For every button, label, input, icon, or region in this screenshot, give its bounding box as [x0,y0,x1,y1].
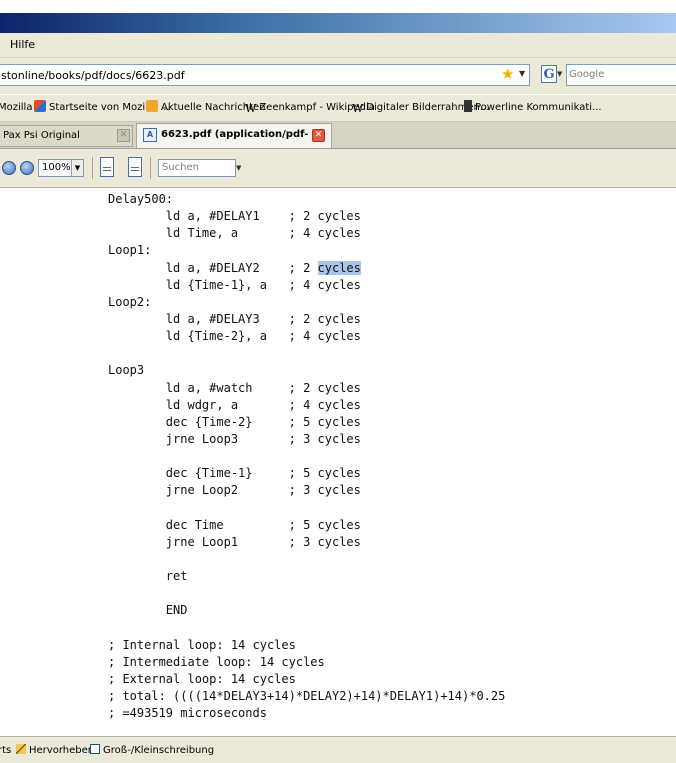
code-listing: Delay500: ld a, #DELAY1 ; 2 cycles ld Ti… [108,191,505,722]
code-line: Delay500: [108,192,174,206]
code-line: ; =493519 microseconds [108,706,267,721]
tab-label: Pax Psi Original [3,130,80,141]
navigation-toolbar: stonline/books/pdf/docs/6623.pdf ★ ▼ G ▼… [0,58,676,94]
search-engine-dropdown-icon[interactable]: ▼ [557,65,565,83]
code-line: Loop2: [108,294,152,309]
fit-width-icon[interactable] [100,157,114,177]
find-input[interactable]: Suchen [158,159,236,177]
code-line: ; External loop: 14 cycles [108,671,296,686]
tab-inactive[interactable]: Pax Psi Original ✕ [0,125,133,147]
zoom-level-field[interactable]: 100% [38,159,72,177]
code-line: jrne Loop1 ; 3 cycles [108,534,361,549]
code-line: ld a, #DELAY3 ; 2 cycles [108,311,361,326]
title-bar-gradient [0,13,676,33]
pdf-toolbar: 100% ▼ Suchen ▼ [0,149,676,188]
match-case-checkbox[interactable]: Groß-/Kleinschreibung [90,744,214,758]
code-line: jrne Loop2 ; 3 cycles [108,483,361,498]
code-line: jrne Loop3 ; 3 cycles [108,431,361,446]
toolbar-separator [150,157,151,179]
wikipedia-icon: W [352,102,364,115]
search-engine-icon[interactable]: G [541,65,557,83]
code-line: ld a, #DELAY2 ; 2 cycles [108,260,505,277]
tab-strip: Pax Psi Original ✕ A 6623.pdf (applicati… [0,122,676,162]
window-title-bar [0,0,676,33]
url-history-dropdown-icon[interactable]: ▼ [519,66,529,82]
code-line: END [108,603,188,618]
zoom-dropdown-icon[interactable]: ▼ [72,159,84,177]
rss-icon [146,100,158,112]
search-input[interactable]: Google [566,64,676,86]
pdf-document-icon: A [143,128,157,142]
bookmark-item[interactable]: Powerline Kommunikati... [464,100,602,116]
find-bar: rts Hervorheben Groß-/Kleinschreibung [0,736,676,763]
fit-page-icon[interactable] [128,157,142,177]
search-highlight: cycles [317,260,361,275]
checkbox-icon[interactable] [90,744,100,754]
highlighter-icon [16,744,26,754]
toolbar-separator [92,157,93,179]
wikipedia-icon: W [245,102,257,115]
bookmark-label: Powerline Kommunikati... [475,102,602,113]
tab-close-icon[interactable]: ✕ [117,129,130,142]
code-line: ld {Time-2}, a ; 4 cycles [108,329,361,344]
highlight-all-button[interactable]: Hervorheben [16,744,94,758]
highlight-label: Hervorheben [29,745,95,756]
code-line: ld wdgr, a ; 4 cycles [108,397,361,412]
code-line: dec {Time-1} ; 5 cycles [108,466,361,481]
code-line: ld a, #DELAY1 ; 2 cycles [108,209,361,224]
match-case-label: Groß-/Kleinschreibung [103,745,215,756]
url-field[interactable]: stonline/books/pdf/docs/6623.pdf [0,64,530,86]
code-line: ; Intermediate loop: 14 cycles [108,654,325,669]
code-line: Loop1: [108,243,152,258]
tab-active[interactable]: A 6623.pdf (application/pdf-Objekt) ✕ [136,123,332,162]
bookmarks-toolbar: Mozilla ... Startseite von Mozilla ... A… [0,95,676,122]
menu-bar: Hilfe [0,33,676,58]
code-line: ld {Time-1}, a ; 4 cycles [108,277,361,292]
code-line: ; total: ((((14*DELAY3+14)*DELAY2)+14)*D… [108,689,506,704]
tab-close-icon[interactable]: ✕ [312,129,325,142]
menu-help[interactable]: Hilfe [10,38,35,51]
zoom-out-icon[interactable] [2,161,16,175]
code-line: dec Time ; 5 cycles [108,517,361,532]
code-line: ld a, #watch ; 2 cycles [108,380,361,395]
code-line: dec {Time-2} ; 5 cycles [108,414,361,429]
bookmark-star-icon[interactable]: ★ [501,66,517,82]
find-dropdown-icon[interactable]: ▼ [236,159,244,177]
zoom-in-icon[interactable] [20,161,34,175]
find-previous-button[interactable]: rts [0,744,11,758]
code-line: ret [108,569,188,584]
document-icon [464,100,472,112]
code-line: ; Internal loop: 14 cycles [108,637,296,652]
code-line-text: ld a, #DELAY2 ; 2 [108,260,318,275]
mozilla-icon [34,100,46,112]
pdf-document-view[interactable]: Delay500: ld a, #DELAY1 ; 2 cycles ld Ti… [0,188,676,736]
code-line: ld Time, a ; 4 cycles [108,226,361,241]
code-line: Loop3 [108,363,145,378]
